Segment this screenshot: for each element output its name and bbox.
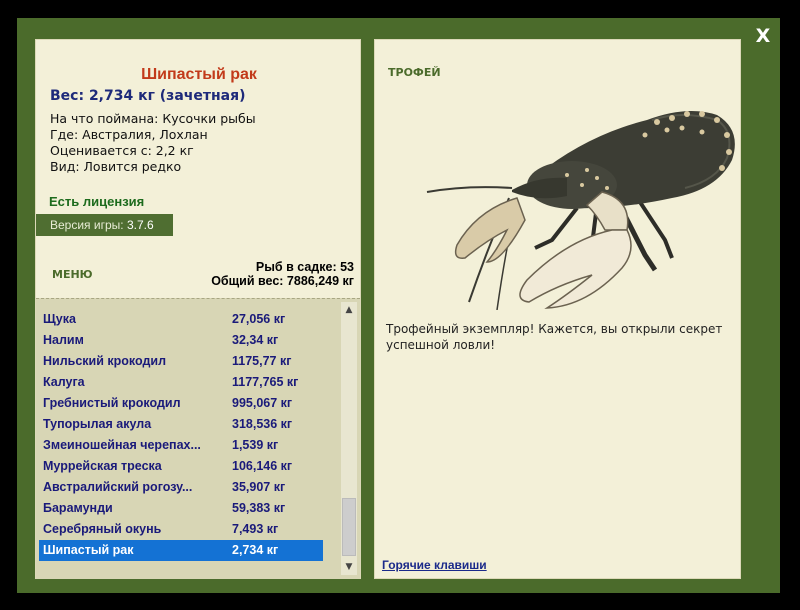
license-status: Есть лицензия xyxy=(49,194,145,209)
fish-weight-value: 59,383 кг xyxy=(232,501,286,515)
fish-list-row[interactable]: Нильский крокодил 1175,77 кг xyxy=(39,351,323,372)
menu-button[interactable]: МЕНЮ xyxy=(52,268,93,281)
trophy-tag: ТРОФЕЙ xyxy=(388,66,441,79)
fish-list-row[interactable]: Барамунди 59,383 кг xyxy=(39,498,323,519)
fish-name: Шипастый рак xyxy=(43,543,134,557)
fish-weight-value: 2,734 кг xyxy=(232,543,279,557)
scroll-thumb[interactable] xyxy=(342,498,356,556)
fish-weight-value: 1175,77 кг xyxy=(232,354,292,368)
fish-list-row[interactable]: Щука 27,056 кг xyxy=(39,309,323,330)
fish-weight-value: 995,067 кг xyxy=(232,396,293,410)
scroll-down-icon[interactable]: ▼ xyxy=(341,559,357,575)
fish-list-row[interactable]: Калуга 1177,765 кг xyxy=(39,372,323,393)
trophy-description: Трофейный экземпляр! Кажется, вы открыли… xyxy=(386,322,723,352)
catch-info-panel: Шипастый рак Вес: 2,734 кг (зачетная) На… xyxy=(35,39,361,579)
fish-name: Налим xyxy=(43,333,84,347)
fish-weight-value: 1177,765 кг xyxy=(232,375,299,389)
fish-count: Рыб в садке: 53 xyxy=(255,260,354,274)
value-info: Оценивается с: 2,2 кг xyxy=(50,143,194,158)
fish-list-row[interactable]: Шипастый рак 2,734 кг xyxy=(39,540,323,561)
fish-list-row[interactable]: Тупорылая акула 318,536 кг xyxy=(39,414,323,435)
fish-weight-value: 106,146 кг xyxy=(232,459,293,473)
fish-name: Щука xyxy=(43,312,76,326)
fish-weight-value: 318,536 кг xyxy=(232,417,293,431)
fish-list-row[interactable]: Гребнистый крокодил 995,067 кг xyxy=(39,393,323,414)
fish-name: Серебряный окунь xyxy=(43,522,162,536)
fish-list-row[interactable]: Муррейская треска 106,146 кг xyxy=(39,456,323,477)
version-badge: Версия игры: 3.7.6 xyxy=(36,214,173,236)
location-info: Где: Австралия, Лохлан xyxy=(50,127,208,142)
fish-name: Муррейская треска xyxy=(43,459,162,473)
fish-list-row[interactable]: Австралийский рогозу... 35,907 кг xyxy=(39,477,323,498)
fish-name: Тупорылая акула xyxy=(43,417,152,431)
rarity-info: Вид: Ловится редко xyxy=(50,159,182,174)
fish-name: Барамунди xyxy=(43,501,113,515)
hotkeys-link[interactable]: Горячие клавиши xyxy=(382,558,487,572)
fish-name: Калуга xyxy=(43,375,85,389)
fish-list-row[interactable]: Налим 32,34 кг xyxy=(39,330,323,351)
total-weight: Общий вес: 7886,249 кг xyxy=(211,274,354,288)
version-number: 3.7.6 xyxy=(126,218,154,232)
trophy-panel: ТРОФЕЙ Трофейный экземпляр! Кажется, вы … xyxy=(374,39,741,579)
fish-list-row[interactable]: Змеиношейная черепах... 1,539 кг xyxy=(39,435,323,456)
fish-name: Нильский крокодил xyxy=(43,354,167,368)
list-scrollbar[interactable]: ▲ ▼ xyxy=(341,302,357,575)
fish-list[interactable]: Щука 27,056 кг Налим 32,34 кг Нильский кроко… xyxy=(36,298,360,579)
fish-weight-value: 7,493 кг xyxy=(232,522,279,536)
fish-name: Австралийский рогозу... xyxy=(43,480,193,494)
scroll-up-icon[interactable]: ▲ xyxy=(341,302,357,318)
crayfish-image xyxy=(426,111,735,310)
bait-info: На что поймана: Кусочки рыбы xyxy=(50,111,256,126)
fish-weight-value: 32,34 кг xyxy=(232,333,279,347)
version-label: Версия игры: xyxy=(50,218,124,232)
fish-name: Гребнистый крокодил xyxy=(43,396,181,410)
fish-list-row[interactable]: Серебряный окунь 7,493 кг xyxy=(39,519,323,540)
fish-weight-value: 1,539 кг xyxy=(232,438,279,452)
close-button[interactable]: X xyxy=(748,24,778,48)
fish-weight-value: 27,056 кг xyxy=(232,312,286,326)
fish-name: Змеиношейная черепах... xyxy=(43,438,201,452)
fish-title: Шипастый рак xyxy=(141,66,257,83)
fish-weight: Вес: 2,734 кг (зачетная) xyxy=(50,88,246,104)
fish-weight-value: 35,907 кг xyxy=(232,480,286,494)
